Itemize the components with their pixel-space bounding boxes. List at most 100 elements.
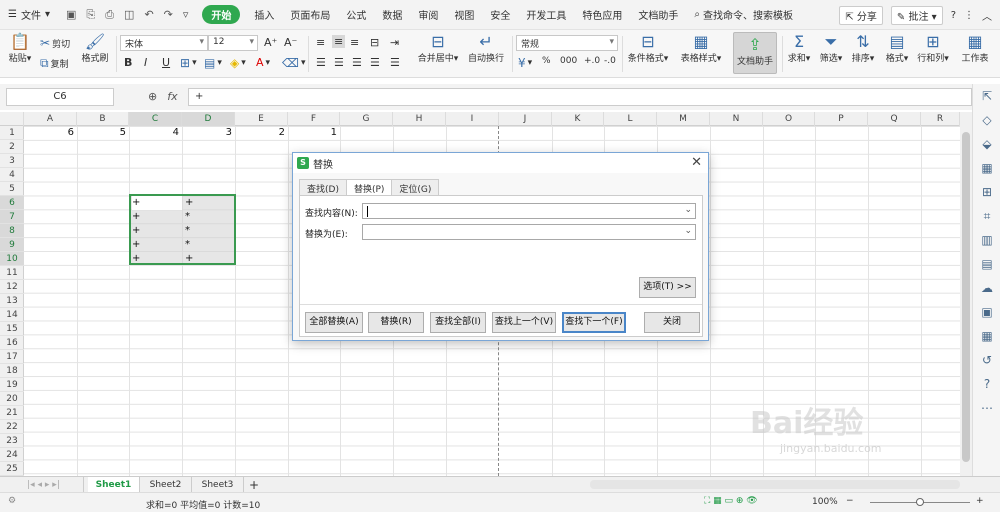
row-header[interactable]: 14 (0, 308, 24, 322)
sheet-tab-sheet1[interactable]: Sheet1 (88, 477, 140, 493)
zoom-out-button[interactable]: − (846, 496, 854, 506)
column-header[interactable]: L (604, 112, 657, 126)
cell-D10[interactable]: + (185, 252, 235, 266)
tab-developer[interactable]: 开发工具 (518, 7, 574, 22)
horizontal-scrollbar[interactable] (590, 480, 960, 489)
column-header[interactable]: J (499, 112, 552, 126)
column-header[interactable]: M (657, 112, 710, 126)
undo-icon[interactable]: ↶ (144, 8, 153, 22)
align-left-button[interactable]: ☰ (316, 56, 326, 69)
fill-color-button[interactable]: ◈ ▾ (230, 56, 246, 70)
tab-special[interactable]: 特色应用 (574, 7, 630, 22)
cell-D8[interactable]: * (185, 224, 235, 238)
row-header[interactable]: 10 (0, 252, 24, 266)
percent-button[interactable]: % (542, 56, 551, 66)
row-header[interactable]: 19 (0, 378, 24, 392)
tab-insert[interactable]: 插入 (246, 7, 282, 22)
style-icon[interactable]: ⬙ (973, 132, 1000, 156)
more-icon[interactable]: ⋮ (964, 10, 974, 21)
replace-button[interactable]: 替换(R) (368, 312, 424, 333)
share-button[interactable]: ⇱ 分享 (839, 6, 883, 25)
file-menu[interactable]: ☰ 文件 ▾ (0, 7, 58, 22)
row-header[interactable]: 4 (0, 168, 24, 182)
row-header[interactable]: 8 (0, 224, 24, 238)
format-painter-button[interactable]: 🖌 格式刷 (80, 33, 110, 65)
zoom-level[interactable]: 100% (812, 497, 838, 507)
table-icon[interactable]: ▦ (973, 156, 1000, 180)
row-header[interactable]: 3 (0, 154, 24, 168)
scrollbar-thumb[interactable] (962, 132, 970, 462)
select-all-corner[interactable] (0, 112, 24, 126)
fx-icon[interactable]: fx (167, 90, 177, 103)
border-button[interactable]: ⊞ ▾ (180, 56, 197, 70)
chart-icon[interactable]: ▤ (973, 252, 1000, 276)
sum-button[interactable]: Σ 求和▾ (786, 33, 812, 65)
more-icon[interactable]: ⋯ (973, 396, 1000, 420)
wrap-text-button[interactable]: ↵ 自动换行 (466, 33, 506, 65)
cell-C9[interactable]: + (132, 238, 182, 252)
table-style-button[interactable]: ▦ 表格样式▾ (676, 33, 726, 65)
sort-button[interactable]: ⇅ 排序▾ (850, 33, 876, 65)
grid-icon[interactable]: ⊞ (973, 180, 1000, 204)
row-col-button[interactable]: ⊞ 行和列▾ (916, 33, 950, 65)
view-icons[interactable]: ⛶ ▦ ▭ ⊕ 👁 (704, 496, 758, 506)
options-button[interactable]: 选项(T) >> (639, 277, 696, 298)
chevron-down-icon[interactable]: ⌄ (684, 205, 692, 215)
align-top-button[interactable]: ≡ (316, 36, 325, 49)
distribute-button[interactable]: ☰ (390, 56, 400, 69)
help-circle-icon[interactable]: ? (973, 372, 1000, 396)
formula-input[interactable]: + (188, 88, 972, 106)
row-header[interactable]: 2 (0, 140, 24, 154)
font-name-select[interactable]: 宋体 ▾ (120, 35, 208, 51)
row-header[interactable]: 24 (0, 448, 24, 462)
indent-button[interactable]: ⇥ (390, 36, 399, 49)
column-header[interactable]: Q (868, 112, 921, 126)
column-header[interactable]: A (24, 112, 77, 126)
find-all-button[interactable]: 查找全部(I) (430, 312, 486, 333)
doc-helper-button[interactable]: ⇪ 文档助手 (733, 32, 777, 74)
pivot-icon[interactable]: ▥ (973, 228, 1000, 252)
column-header[interactable]: F (288, 112, 340, 126)
status-settings-icon[interactable]: ⚙ (8, 496, 16, 506)
font-shrink-button[interactable]: A⁻ (284, 36, 297, 49)
row-header[interactable]: 11 (0, 266, 24, 280)
column-header[interactable]: G (340, 112, 393, 126)
image-icon[interactable]: ▣ (973, 300, 1000, 324)
replace-input[interactable]: ⌄ (362, 224, 696, 240)
column-header[interactable]: O (763, 112, 815, 126)
orientation-button[interactable]: ⊟ (370, 36, 379, 49)
close-icon[interactable]: ✕ (691, 155, 702, 170)
tab-start[interactable]: 开始 (202, 5, 241, 24)
clear-button[interactable]: ⌫ ▾ (282, 56, 306, 70)
align-bottom-button[interactable]: ≡ (350, 36, 359, 49)
font-size-select[interactable]: 12 ▾ (208, 35, 258, 51)
calculator-icon[interactable]: ▦ (973, 324, 1000, 348)
row-header[interactable]: 18 (0, 364, 24, 378)
align-right-button[interactable]: ☰ (352, 56, 362, 69)
zoom-slider-knob[interactable] (916, 498, 924, 506)
column-header[interactable]: H (393, 112, 446, 126)
column-header[interactable]: B (77, 112, 129, 126)
sheet-tab-sheet2[interactable]: Sheet2 (140, 477, 192, 493)
cell-D1[interactable]: 3 (182, 126, 235, 140)
row-header[interactable]: 9 (0, 238, 24, 252)
column-header[interactable]: C (129, 112, 182, 126)
currency-button[interactable]: ¥ ▾ (518, 56, 532, 70)
cell-C10[interactable]: + (132, 252, 182, 266)
collapse-ribbon-icon[interactable]: ︿ (982, 8, 992, 23)
font-grow-button[interactable]: A⁺ (264, 36, 277, 49)
preview-icon[interactable]: ◫ (124, 8, 134, 22)
add-sheet-button[interactable]: + (246, 477, 262, 493)
column-header[interactable]: I (446, 112, 499, 126)
comment-button[interactable]: ✎ 批注 ▾ (890, 6, 943, 25)
cell-C7[interactable]: + (132, 210, 182, 224)
shapes-icon[interactable]: ◇ (973, 108, 1000, 132)
column-header[interactable]: D (182, 112, 235, 126)
vertical-scrollbar[interactable] (960, 112, 972, 476)
cell-D9[interactable]: * (185, 238, 235, 252)
cell-C6[interactable]: + (132, 196, 182, 210)
tab-data[interactable]: 数据 (374, 7, 410, 22)
number-format-select[interactable]: 常规 ▾ (516, 35, 618, 51)
save-icon[interactable]: ▣ (66, 8, 76, 22)
increase-decimal-button[interactable]: +.0 (584, 56, 600, 66)
